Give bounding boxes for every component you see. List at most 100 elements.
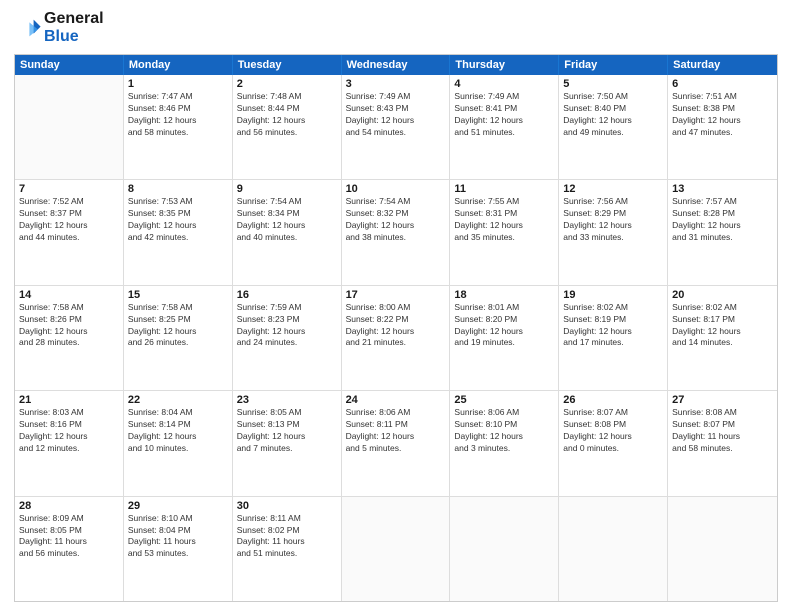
calendar-row: 21Sunrise: 8:03 AM Sunset: 8:16 PM Dayli…	[15, 391, 777, 496]
day-number: 13	[672, 183, 773, 195]
weekday-header: Monday	[124, 55, 233, 75]
day-number: 30	[237, 500, 337, 512]
day-number: 11	[454, 183, 554, 195]
cell-info: Sunrise: 7:59 AM Sunset: 8:23 PM Dayligh…	[237, 302, 337, 350]
day-number: 18	[454, 289, 554, 301]
calendar-cell: 15Sunrise: 7:58 AM Sunset: 8:25 PM Dayli…	[124, 286, 233, 390]
weekday-header: Tuesday	[233, 55, 342, 75]
cell-info: Sunrise: 7:50 AM Sunset: 8:40 PM Dayligh…	[563, 91, 663, 139]
weekday-header: Friday	[559, 55, 668, 75]
cell-info: Sunrise: 8:07 AM Sunset: 8:08 PM Dayligh…	[563, 407, 663, 455]
calendar-body: 1Sunrise: 7:47 AM Sunset: 8:46 PM Daylig…	[15, 75, 777, 601]
calendar: SundayMondayTuesdayWednesdayThursdayFrid…	[14, 54, 778, 602]
calendar-cell: 12Sunrise: 7:56 AM Sunset: 8:29 PM Dayli…	[559, 180, 668, 284]
day-number: 20	[672, 289, 773, 301]
day-number: 4	[454, 78, 554, 90]
calendar-cell: 14Sunrise: 7:58 AM Sunset: 8:26 PM Dayli…	[15, 286, 124, 390]
cell-info: Sunrise: 8:02 AM Sunset: 8:17 PM Dayligh…	[672, 302, 773, 350]
calendar-cell: 16Sunrise: 7:59 AM Sunset: 8:23 PM Dayli…	[233, 286, 342, 390]
day-number: 17	[346, 289, 446, 301]
calendar-cell: 24Sunrise: 8:06 AM Sunset: 8:11 PM Dayli…	[342, 391, 451, 495]
calendar-cell: 21Sunrise: 8:03 AM Sunset: 8:16 PM Dayli…	[15, 391, 124, 495]
cell-info: Sunrise: 8:00 AM Sunset: 8:22 PM Dayligh…	[346, 302, 446, 350]
day-number: 24	[346, 394, 446, 406]
logo-icon	[14, 14, 42, 42]
cell-info: Sunrise: 7:56 AM Sunset: 8:29 PM Dayligh…	[563, 196, 663, 244]
day-number: 2	[237, 78, 337, 90]
cell-info: Sunrise: 8:02 AM Sunset: 8:19 PM Dayligh…	[563, 302, 663, 350]
weekday-header: Wednesday	[342, 55, 451, 75]
day-number: 16	[237, 289, 337, 301]
day-number: 15	[128, 289, 228, 301]
cell-info: Sunrise: 7:58 AM Sunset: 8:26 PM Dayligh…	[19, 302, 119, 350]
calendar-row: 7Sunrise: 7:52 AM Sunset: 8:37 PM Daylig…	[15, 180, 777, 285]
cell-info: Sunrise: 7:55 AM Sunset: 8:31 PM Dayligh…	[454, 196, 554, 244]
cell-info: Sunrise: 7:53 AM Sunset: 8:35 PM Dayligh…	[128, 196, 228, 244]
day-number: 28	[19, 500, 119, 512]
calendar-header: SundayMondayTuesdayWednesdayThursdayFrid…	[15, 55, 777, 75]
calendar-cell	[450, 497, 559, 601]
weekday-header: Thursday	[450, 55, 559, 75]
calendar-cell: 5Sunrise: 7:50 AM Sunset: 8:40 PM Daylig…	[559, 75, 668, 179]
day-number: 3	[346, 78, 446, 90]
header: General Blue	[14, 10, 778, 46]
calendar-cell: 11Sunrise: 7:55 AM Sunset: 8:31 PM Dayli…	[450, 180, 559, 284]
calendar-row: 14Sunrise: 7:58 AM Sunset: 8:26 PM Dayli…	[15, 286, 777, 391]
weekday-header: Saturday	[668, 55, 777, 75]
day-number: 29	[128, 500, 228, 512]
calendar-cell: 30Sunrise: 8:11 AM Sunset: 8:02 PM Dayli…	[233, 497, 342, 601]
calendar-cell: 27Sunrise: 8:08 AM Sunset: 8:07 PM Dayli…	[668, 391, 777, 495]
day-number: 6	[672, 78, 773, 90]
calendar-cell: 26Sunrise: 8:07 AM Sunset: 8:08 PM Dayli…	[559, 391, 668, 495]
cell-info: Sunrise: 7:51 AM Sunset: 8:38 PM Dayligh…	[672, 91, 773, 139]
calendar-cell: 22Sunrise: 8:04 AM Sunset: 8:14 PM Dayli…	[124, 391, 233, 495]
cell-info: Sunrise: 7:54 AM Sunset: 8:34 PM Dayligh…	[237, 196, 337, 244]
day-number: 1	[128, 78, 228, 90]
calendar-cell	[668, 497, 777, 601]
calendar-cell: 1Sunrise: 7:47 AM Sunset: 8:46 PM Daylig…	[124, 75, 233, 179]
cell-info: Sunrise: 8:10 AM Sunset: 8:04 PM Dayligh…	[128, 513, 228, 561]
day-number: 25	[454, 394, 554, 406]
calendar-cell: 20Sunrise: 8:02 AM Sunset: 8:17 PM Dayli…	[668, 286, 777, 390]
calendar-cell: 18Sunrise: 8:01 AM Sunset: 8:20 PM Dayli…	[450, 286, 559, 390]
calendar-cell: 7Sunrise: 7:52 AM Sunset: 8:37 PM Daylig…	[15, 180, 124, 284]
day-number: 12	[563, 183, 663, 195]
cell-info: Sunrise: 7:48 AM Sunset: 8:44 PM Dayligh…	[237, 91, 337, 139]
cell-info: Sunrise: 7:47 AM Sunset: 8:46 PM Dayligh…	[128, 91, 228, 139]
calendar-cell: 3Sunrise: 7:49 AM Sunset: 8:43 PM Daylig…	[342, 75, 451, 179]
cell-info: Sunrise: 7:49 AM Sunset: 8:41 PM Dayligh…	[454, 91, 554, 139]
day-number: 19	[563, 289, 663, 301]
cell-info: Sunrise: 7:52 AM Sunset: 8:37 PM Dayligh…	[19, 196, 119, 244]
calendar-cell: 8Sunrise: 7:53 AM Sunset: 8:35 PM Daylig…	[124, 180, 233, 284]
calendar-cell	[15, 75, 124, 179]
cell-info: Sunrise: 8:03 AM Sunset: 8:16 PM Dayligh…	[19, 407, 119, 455]
cell-info: Sunrise: 8:05 AM Sunset: 8:13 PM Dayligh…	[237, 407, 337, 455]
cell-info: Sunrise: 7:49 AM Sunset: 8:43 PM Dayligh…	[346, 91, 446, 139]
day-number: 14	[19, 289, 119, 301]
calendar-cell: 17Sunrise: 8:00 AM Sunset: 8:22 PM Dayli…	[342, 286, 451, 390]
calendar-cell: 13Sunrise: 7:57 AM Sunset: 8:28 PM Dayli…	[668, 180, 777, 284]
calendar-cell: 2Sunrise: 7:48 AM Sunset: 8:44 PM Daylig…	[233, 75, 342, 179]
day-number: 9	[237, 183, 337, 195]
cell-info: Sunrise: 8:11 AM Sunset: 8:02 PM Dayligh…	[237, 513, 337, 561]
calendar-cell: 25Sunrise: 8:06 AM Sunset: 8:10 PM Dayli…	[450, 391, 559, 495]
day-number: 27	[672, 394, 773, 406]
day-number: 7	[19, 183, 119, 195]
day-number: 10	[346, 183, 446, 195]
day-number: 22	[128, 394, 228, 406]
cell-info: Sunrise: 8:01 AM Sunset: 8:20 PM Dayligh…	[454, 302, 554, 350]
calendar-cell: 19Sunrise: 8:02 AM Sunset: 8:19 PM Dayli…	[559, 286, 668, 390]
calendar-cell	[559, 497, 668, 601]
cell-info: Sunrise: 8:04 AM Sunset: 8:14 PM Dayligh…	[128, 407, 228, 455]
cell-info: Sunrise: 8:08 AM Sunset: 8:07 PM Dayligh…	[672, 407, 773, 455]
logo: General Blue	[14, 10, 104, 46]
calendar-cell: 4Sunrise: 7:49 AM Sunset: 8:41 PM Daylig…	[450, 75, 559, 179]
calendar-cell	[342, 497, 451, 601]
day-number: 23	[237, 394, 337, 406]
calendar-cell: 9Sunrise: 7:54 AM Sunset: 8:34 PM Daylig…	[233, 180, 342, 284]
calendar-cell: 23Sunrise: 8:05 AM Sunset: 8:13 PM Dayli…	[233, 391, 342, 495]
day-number: 26	[563, 394, 663, 406]
day-number: 8	[128, 183, 228, 195]
cell-info: Sunrise: 8:06 AM Sunset: 8:11 PM Dayligh…	[346, 407, 446, 455]
day-number: 21	[19, 394, 119, 406]
